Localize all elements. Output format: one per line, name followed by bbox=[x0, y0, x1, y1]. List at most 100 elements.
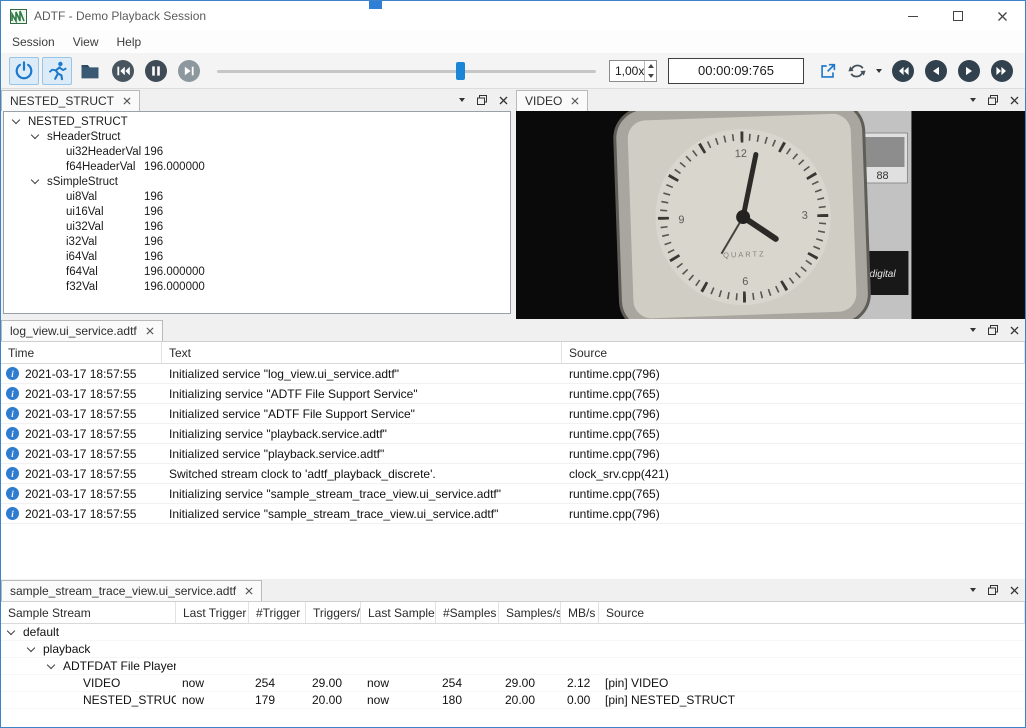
tree-row[interactable]: sSimpleStruct bbox=[4, 174, 510, 189]
table-row[interactable]: i2021-03-17 18:57:55Switched stream cloc… bbox=[1, 464, 1025, 484]
tab-close-icon[interactable] bbox=[245, 587, 253, 595]
close-panel-icon[interactable] bbox=[499, 96, 508, 105]
tree-row[interactable]: ui8Val196 bbox=[4, 189, 510, 204]
table-row[interactable]: i2021-03-17 18:57:55Initializing service… bbox=[1, 484, 1025, 504]
table-row[interactable]: i2021-03-17 18:57:55Initialized service … bbox=[1, 364, 1025, 384]
table-row[interactable]: i2021-03-17 18:57:55Initialized service … bbox=[1, 404, 1025, 424]
panel-menu-icon[interactable] bbox=[970, 98, 976, 102]
menu-item-session[interactable]: Session bbox=[3, 31, 64, 53]
tree-row[interactable]: sHeaderStruct bbox=[4, 129, 510, 144]
float-panel-icon[interactable] bbox=[988, 95, 998, 105]
chevron-expanded-icon[interactable] bbox=[31, 176, 39, 184]
tree-item-value: 196 bbox=[144, 206, 163, 218]
time-display[interactable]: 00:00:09:765 bbox=[668, 58, 804, 84]
speed-down-button[interactable] bbox=[645, 71, 656, 81]
tree-item-label: NESTED_STRUCT bbox=[28, 116, 128, 128]
tab-close-icon[interactable] bbox=[123, 97, 131, 105]
column-header[interactable]: #Trigger bbox=[249, 602, 306, 623]
tree-row[interactable]: ui32HeaderVal196 bbox=[4, 144, 510, 159]
chevron-expanded-icon[interactable] bbox=[27, 643, 35, 651]
tab-trace-view[interactable]: sample_stream_trace_view.ui_service.adtf bbox=[1, 580, 262, 601]
log-text-cell: Initializing service "sample_stream_trac… bbox=[162, 487, 562, 501]
detach-player-button[interactable] bbox=[815, 58, 841, 84]
trace-stream-cell: ADTFDAT File Player bbox=[1, 659, 176, 673]
table-row[interactable]: VIDEOnow25429.00now25429.002.12[pin] VID… bbox=[1, 675, 1025, 692]
tree-row[interactable]: f64HeaderVal196.000000 bbox=[4, 159, 510, 174]
trace-stream-cell: default bbox=[1, 625, 176, 639]
open-session-button[interactable] bbox=[75, 57, 105, 85]
pause-button[interactable] bbox=[143, 58, 169, 84]
run-mode-button[interactable] bbox=[42, 57, 72, 85]
panel-menu-icon[interactable] bbox=[459, 98, 465, 102]
speed-spinbox[interactable]: 1,00x bbox=[609, 60, 657, 82]
tree-row[interactable]: i64Val196 bbox=[4, 249, 510, 264]
tab-close-icon[interactable] bbox=[571, 97, 579, 105]
loop-mode-button[interactable] bbox=[844, 58, 870, 84]
power-toggle-button[interactable] bbox=[9, 57, 39, 85]
seek-forward-fast-button[interactable] bbox=[989, 58, 1015, 84]
column-header[interactable]: Time bbox=[1, 342, 162, 363]
column-header[interactable]: Text bbox=[162, 342, 562, 363]
column-header[interactable]: Triggers/s bbox=[306, 602, 361, 623]
log-time-cell: i2021-03-17 18:57:55 bbox=[1, 467, 162, 481]
column-header[interactable]: Sample Stream bbox=[1, 602, 176, 623]
minimize-button[interactable] bbox=[890, 1, 935, 31]
table-row[interactable]: i2021-03-17 18:57:55Initialized service … bbox=[1, 444, 1025, 464]
column-header[interactable]: Last Trigger bbox=[176, 602, 249, 623]
table-row[interactable]: i2021-03-17 18:57:55Initialized service … bbox=[1, 504, 1025, 524]
seek-forward-button[interactable] bbox=[956, 58, 982, 84]
tab-nested-struct[interactable]: NESTED_STRUCT bbox=[1, 90, 140, 111]
slider-handle[interactable] bbox=[456, 62, 465, 80]
close-button[interactable] bbox=[980, 1, 1025, 31]
table-row[interactable]: playback bbox=[1, 641, 1025, 658]
tree-item-value: 196.000000 bbox=[144, 281, 205, 293]
info-icon: i bbox=[6, 467, 19, 480]
table-row[interactable]: i2021-03-17 18:57:55Initializing service… bbox=[1, 424, 1025, 444]
speed-up-button[interactable] bbox=[645, 61, 656, 71]
column-header[interactable]: #Samples bbox=[436, 602, 499, 623]
tree-item-label: f64HeaderVal bbox=[66, 161, 135, 173]
column-header[interactable]: MB/s bbox=[561, 602, 599, 623]
time-value: 00:00:09:765 bbox=[698, 63, 774, 78]
skip-to-end-button[interactable] bbox=[176, 58, 202, 84]
float-panel-icon[interactable] bbox=[988, 585, 998, 595]
menu-item-help[interactable]: Help bbox=[108, 31, 151, 53]
chevron-expanded-icon[interactable] bbox=[31, 131, 39, 139]
column-header[interactable]: Last Sample bbox=[361, 602, 436, 623]
tab-close-icon[interactable] bbox=[146, 327, 154, 335]
tree-row[interactable]: f32Val196.000000 bbox=[4, 279, 510, 294]
loop-menu-button[interactable] bbox=[873, 58, 885, 84]
column-header[interactable]: Source bbox=[562, 342, 1025, 363]
chevron-expanded-icon[interactable] bbox=[7, 626, 15, 634]
column-header[interactable]: Source bbox=[599, 602, 1025, 623]
tab-log-view[interactable]: log_view.ui_service.adtf bbox=[1, 320, 163, 341]
trace-value-cell: [pin] NESTED_STRUCT bbox=[599, 693, 1025, 707]
chevron-expanded-icon[interactable] bbox=[47, 660, 55, 668]
tree-row[interactable]: i32Val196 bbox=[4, 234, 510, 249]
table-row[interactable]: default bbox=[1, 624, 1025, 641]
maximize-button[interactable] bbox=[935, 1, 980, 31]
close-panel-icon[interactable] bbox=[1010, 96, 1019, 105]
tab-video[interactable]: VIDEO bbox=[516, 90, 588, 111]
seek-backward-button[interactable] bbox=[923, 58, 949, 84]
close-panel-icon[interactable] bbox=[1010, 586, 1019, 595]
seek-backward-fast-button[interactable] bbox=[890, 58, 916, 84]
timeline-slider[interactable] bbox=[217, 57, 596, 85]
column-header[interactable]: Samples/s bbox=[499, 602, 561, 623]
panel-menu-icon[interactable] bbox=[970, 588, 976, 592]
table-row[interactable]: i2021-03-17 18:57:55Initializing service… bbox=[1, 384, 1025, 404]
tree-row[interactable]: ui16Val196 bbox=[4, 204, 510, 219]
menu-item-view[interactable]: View bbox=[64, 31, 108, 53]
float-panel-icon[interactable] bbox=[988, 325, 998, 335]
panel-menu-icon[interactable] bbox=[970, 328, 976, 332]
tree-row[interactable]: f64Val196.000000 bbox=[4, 264, 510, 279]
chevron-expanded-icon[interactable] bbox=[12, 116, 20, 124]
tree-row[interactable]: ui32Val196 bbox=[4, 219, 510, 234]
log-source-cell: runtime.cpp(765) bbox=[562, 487, 1025, 501]
table-row[interactable]: NESTED_STRUCTnow17920.00now18020.000.00[… bbox=[1, 692, 1025, 709]
float-panel-icon[interactable] bbox=[477, 95, 487, 105]
tree-row[interactable]: NESTED_STRUCT bbox=[4, 114, 510, 129]
skip-to-start-button[interactable] bbox=[110, 58, 136, 84]
close-panel-icon[interactable] bbox=[1010, 326, 1019, 335]
table-row[interactable]: ADTFDAT File Player bbox=[1, 658, 1025, 675]
